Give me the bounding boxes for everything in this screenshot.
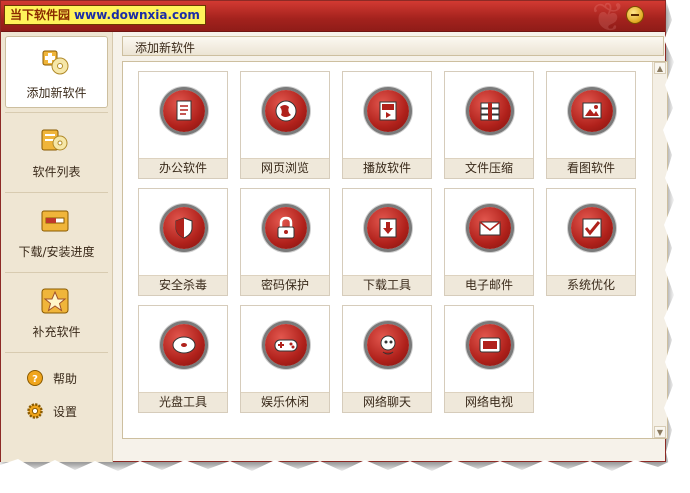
browser-globe-icon (265, 90, 307, 132)
minimize-button[interactable] (626, 6, 644, 24)
sidebar-item-label: 下载/安装进度 (18, 245, 95, 259)
archive-icon (469, 90, 511, 132)
section-header: 添加新软件 (122, 36, 664, 56)
download-progress-icon (41, 210, 69, 232)
help-icon: ? (27, 370, 43, 386)
category-tile-email[interactable]: 电子邮件 (444, 188, 534, 296)
title-bar[interactable]: 当下软件园 www.downxia.com ❦ (1, 0, 665, 41)
category-label: 下载工具 (343, 275, 431, 295)
tv-icon (469, 324, 511, 366)
category-tile-system-optimize[interactable]: 系统优化 (546, 188, 636, 296)
category-tile-player[interactable]: 播放软件 (342, 71, 432, 179)
category-tile-download[interactable]: 下载工具 (342, 188, 432, 296)
category-grid: ▲ ▼ 办公软件 网页浏览 播放软件 文件压缩 看图软件 安全杀毒 密码保护 下… (122, 61, 668, 439)
category-label: 网络电视 (445, 392, 533, 412)
app-window: 当下软件园 www.downxia.com ❦ 添加新软件 软件列表 下载/安装… (0, 0, 668, 462)
divider (5, 192, 108, 193)
email-icon (469, 207, 511, 249)
category-label: 文件压缩 (445, 158, 533, 178)
settings-label: 设置 (53, 405, 78, 419)
download-icon (367, 207, 409, 249)
category-label: 播放软件 (343, 158, 431, 178)
category-tile-tv[interactable]: 网络电视 (444, 305, 534, 413)
category-label: 安全杀毒 (139, 275, 227, 295)
sidebar-item-label: 补充软件 (32, 325, 81, 339)
category-label: 密码保护 (241, 275, 329, 295)
star-icon (41, 288, 69, 314)
add-software-icon (42, 50, 69, 75)
gamepad-icon (265, 324, 307, 366)
category-label: 看图软件 (547, 158, 635, 178)
chat-icon (367, 324, 409, 366)
titlebar-decoration-icon: ❦ (591, 0, 625, 41)
divider (5, 112, 108, 113)
category-tile-chat[interactable]: 网络聊天 (342, 305, 432, 413)
sidebar-item-software-list[interactable]: 软件列表 (5, 116, 108, 188)
category-tile-browser[interactable]: 网页浏览 (240, 71, 330, 179)
sidebar-item-download-progress[interactable]: 下载/安装进度 (5, 196, 108, 268)
sidebar-item-supplement-software[interactable]: 补充软件 (5, 276, 108, 348)
lock-icon (265, 207, 307, 249)
sidebar-item-label: 软件列表 (32, 165, 81, 179)
torn-edge-bottom (0, 459, 690, 493)
category-tile-image-viewer[interactable]: 看图软件 (546, 71, 636, 179)
section-title: 添加新软件 (135, 41, 196, 55)
category-tile-disc[interactable]: 光盘工具 (138, 305, 228, 413)
divider (5, 272, 108, 273)
sidebar: 添加新软件 软件列表 下载/安装进度 补充软件 ? 帮助 设置 (1, 32, 113, 462)
system-optimize-icon (571, 207, 613, 249)
disc-icon (163, 324, 205, 366)
category-label: 电子邮件 (445, 275, 533, 295)
category-tile-entertainment[interactable]: 娱乐休闲 (240, 305, 330, 413)
category-tile-security[interactable]: 安全杀毒 (138, 188, 228, 296)
category-label: 网页浏览 (241, 158, 329, 178)
category-label: 网络聊天 (343, 392, 431, 412)
app-logo: 当下软件园 www.downxia.com (4, 5, 206, 25)
category-label: 办公软件 (139, 158, 227, 178)
category-tile-office[interactable]: 办公软件 (138, 71, 228, 179)
gear-icon (27, 403, 43, 419)
torn-edge-right (663, 0, 690, 470)
office-icon (163, 90, 205, 132)
category-label: 光盘工具 (139, 392, 227, 412)
category-label: 娱乐休闲 (241, 392, 329, 412)
logo-text: 当下软件园 (10, 8, 71, 22)
software-list-icon (41, 129, 68, 151)
category-tile-password[interactable]: 密码保护 (240, 188, 330, 296)
help-label: 帮助 (53, 372, 78, 386)
sidebar-item-add-software[interactable]: 添加新软件 (5, 36, 108, 108)
divider (5, 352, 108, 353)
image-viewer-icon (571, 90, 613, 132)
logo-url: www.downxia.com (74, 8, 200, 22)
sidebar-item-label: 添加新软件 (26, 86, 87, 100)
category-tile-archive[interactable]: 文件压缩 (444, 71, 534, 179)
svg-text:?: ? (32, 374, 38, 385)
category-label: 系统优化 (547, 275, 635, 295)
player-icon (367, 90, 409, 132)
shield-icon (163, 207, 205, 249)
